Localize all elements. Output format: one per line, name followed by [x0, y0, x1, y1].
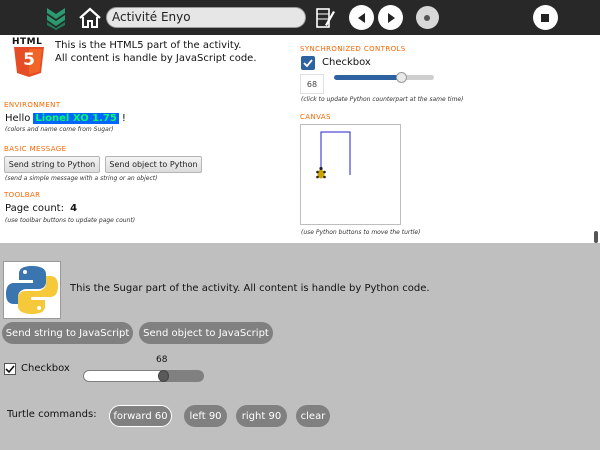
intro-line-1: This is the HTML5 part of the activity. [55, 40, 242, 51]
sync-checkbox-label: Checkbox [322, 57, 371, 68]
sugar-slider-value: 68 [156, 355, 168, 365]
sugar-slider-thumb[interactable] [158, 370, 169, 382]
sync-slider[interactable] [334, 75, 434, 80]
basic-message-note: (send a simple message with a string or … [5, 175, 158, 182]
page-count-value: 4 [70, 203, 78, 214]
send-object-to-javascript-button[interactable]: Send object to JavaScript [139, 322, 273, 344]
html5-logo: HTML 5 [12, 38, 46, 77]
environment-note: (colors and name come from Sugar) [5, 126, 114, 133]
clear-button[interactable]: clear [296, 405, 330, 427]
canvas-title: CANVAS [300, 113, 331, 121]
sync-slider-value: 68 [300, 74, 324, 94]
left-90-button[interactable]: left 90 [184, 405, 227, 427]
sugar-slider-fill [84, 371, 160, 381]
canvas-note: (use Python buttons to move the turtle) [301, 229, 421, 236]
send-string-to-python-button[interactable]: Send string to Python [4, 156, 100, 173]
sync-controls-note: (click to update Python counterpart at t… [301, 96, 464, 103]
sync-checkbox[interactable] [301, 56, 315, 70]
page-dot-icon[interactable] [413, 0, 441, 35]
html5-logo-number: 5 [23, 50, 35, 70]
python-logo [3, 261, 61, 319]
toolbar-section-title: TOOLBAR [4, 191, 41, 199]
forward-60-button[interactable]: forward 60 [109, 405, 172, 427]
html5-webview: HTML 5 This is the HTML5 part of the act… [0, 35, 600, 243]
turtle-icon [316, 166, 326, 179]
activity-toolbar: Activité Enyo [0, 0, 600, 35]
page-count-line: Page count: 4 [5, 203, 77, 214]
turtle-commands-label: Turtle commands: [7, 409, 97, 420]
sugar-intro-text: This the Sugar part of the activity. All… [70, 283, 430, 294]
hello-prefix: Hello [5, 113, 31, 124]
sugar-checkbox-label: Checkbox [21, 363, 70, 374]
turtle-canvas[interactable] [300, 124, 401, 225]
hello-line: Hello Lionel XO 1.75 ! [5, 113, 126, 124]
send-string-to-javascript-button[interactable]: Send string to JavaScript [2, 322, 133, 344]
activity-icon[interactable] [40, 0, 72, 35]
right-90-button[interactable]: right 90 [236, 405, 287, 427]
sync-slider-thumb[interactable] [396, 72, 407, 83]
sugar-checkbox[interactable] [4, 363, 16, 375]
basic-message-title: BASIC MESSAGE [4, 145, 67, 153]
notes-icon[interactable] [311, 0, 339, 35]
intro-line-2: All content is handle by JavaScript code… [55, 53, 257, 64]
hello-suffix: ! [121, 113, 126, 124]
sync-controls-title: SYNCHRONIZED CONTROLS [300, 45, 406, 53]
environment-title: ENVIRONMENT [4, 101, 61, 109]
user-name: Lionel XO 1.75 [33, 113, 119, 124]
next-icon[interactable] [377, 0, 404, 35]
previous-icon[interactable] [348, 0, 375, 35]
html5-logo-text: HTML [12, 37, 43, 47]
home-icon[interactable] [74, 0, 106, 35]
stop-icon[interactable] [530, 0, 560, 35]
send-object-to-python-button[interactable]: Send object to Python [105, 156, 202, 173]
webview-scrollbar[interactable] [594, 231, 598, 243]
page-count-label: Page count: [5, 203, 64, 214]
checkmark-icon [303, 59, 313, 68]
activity-title-input[interactable]: Activité Enyo [106, 7, 306, 28]
toolbar-section-note: (use toolbar buttons to update page coun… [5, 217, 136, 224]
checkmark-icon [5, 365, 15, 374]
